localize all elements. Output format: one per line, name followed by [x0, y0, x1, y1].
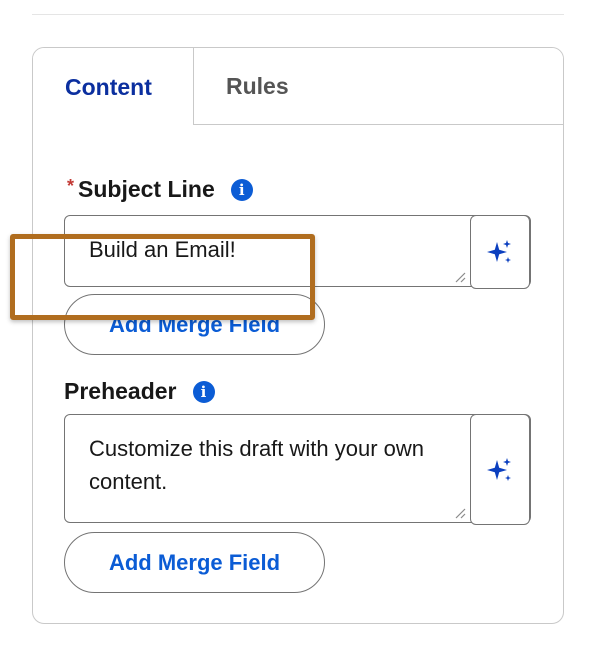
- preheader-value[interactable]: Customize this draft with your own conte…: [89, 432, 459, 498]
- required-indicator: *: [67, 176, 75, 196]
- add-merge-field-button[interactable]: Add Merge Field: [64, 532, 325, 593]
- info-icon[interactable]: i: [192, 380, 215, 403]
- preheader-label: Preheader: [64, 378, 177, 404]
- subject-line-label-row: * Subject Line i: [67, 176, 253, 203]
- highlight-box: [10, 234, 315, 320]
- subject-line-label: Subject Line: [78, 176, 215, 202]
- sparkle-icon: [487, 457, 511, 481]
- tab-bar: Content Rules: [33, 48, 563, 126]
- ai-assist-button[interactable]: [470, 215, 530, 289]
- tab-rules[interactable]: Rules: [193, 48, 563, 125]
- resize-handle-icon[interactable]: [454, 507, 466, 519]
- preheader-field[interactable]: Customize this draft with your own conte…: [64, 414, 531, 525]
- info-icon[interactable]: i: [230, 178, 253, 201]
- sparkle-icon: [487, 240, 511, 263]
- preheader-label-row: Preheader i: [64, 378, 215, 405]
- top-divider: [32, 14, 564, 15]
- editor-panel: Content Rules * Subject Line i Build an …: [32, 47, 564, 624]
- ai-assist-button[interactable]: [470, 414, 530, 525]
- resize-handle-icon[interactable]: [454, 271, 466, 283]
- tab-content[interactable]: Content: [33, 48, 193, 126]
